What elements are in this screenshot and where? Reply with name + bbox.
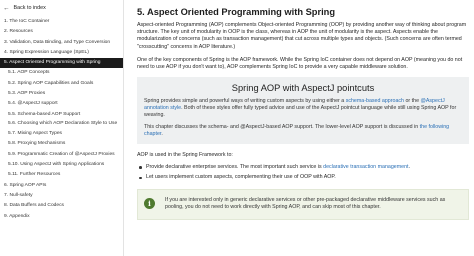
bullet-icon	[139, 166, 142, 169]
tip-note: i If you are interested only in generic …	[137, 188, 469, 221]
main-content: 5. Aspect Oriented Programming with Spri…	[137, 0, 469, 256]
list-item: Provide declarative enterprise services.…	[137, 164, 469, 175]
box-paragraph-2: This chapter discusses the schema- and @…	[144, 123, 450, 137]
list-item: Let users implement custom aspects, comp…	[137, 174, 469, 185]
toc-item[interactable]: 5.11. Further Resources	[0, 170, 123, 180]
toc-item[interactable]: 1. The IoC Container	[0, 17, 123, 27]
toc-item[interactable]: 5.9. Programmatic Creation of @AspectJ P…	[0, 150, 123, 160]
components-paragraph: One of the key components of Spring is t…	[137, 56, 463, 71]
bullet-icon	[139, 176, 142, 180]
sidebar-toc: ← Back to index 1. The IoC Container 2. R…	[0, 0, 124, 256]
aspectj-pointcuts-box: Spring AOP with AspectJ pointcuts Spring…	[137, 76, 469, 145]
toc-list: 1. The IoC Container 2. Resources 3. Valid…	[0, 17, 123, 222]
box-paragraph-1: Spring provides simple and powerful ways…	[144, 97, 457, 119]
toc-item[interactable]: 5.1. AOP Concepts	[0, 68, 123, 78]
toc-item[interactable]: 9. Appendix	[0, 212, 123, 222]
box-title: Spring AOP with AspectJ pointcuts	[231, 82, 375, 93]
toc-item[interactable]: 7. Null-safety	[0, 191, 123, 201]
toc-item[interactable]: 2. Resources	[0, 27, 123, 37]
toc-item[interactable]: 5.6. Choosing which AOP Declaration Styl…	[0, 120, 123, 129]
toc-item[interactable]: 5.5. Schema-based AOP Support	[0, 110, 123, 120]
aop-uses-list: Provide declarative enterprise services.…	[137, 164, 469, 185]
back-label: Back to index	[13, 5, 46, 11]
toc-item[interactable]: 5.4. @AspectJ support	[0, 99, 123, 109]
intro-paragraph: Aspect-oriented Programming (AOP) comple…	[137, 21, 467, 50]
tip-text: If you are interested only in generic de…	[165, 196, 446, 210]
toc-item[interactable]: 5.3. AOP Proxies	[0, 89, 123, 99]
back-to-index-link[interactable]: ← Back to index	[0, 2, 123, 14]
toc-item[interactable]: 5.10. Using AspectJ with Spring Applicat…	[0, 160, 123, 170]
toc-item[interactable]: 4. Spring Expression Language (SpEL)	[0, 48, 123, 58]
toc-item[interactable]: 5.7. Mixing Aspect Types	[0, 129, 123, 139]
toc-item[interactable]: 5.8. Proxying Mechanisms	[0, 139, 123, 149]
toc-item[interactable]: 5.2. Spring AOP Capabilities and Goals	[0, 79, 123, 89]
declarative-transaction-management-link[interactable]: declarative transaction management	[323, 164, 408, 170]
arrow-left-icon: ←	[3, 4, 10, 12]
toc-item[interactable]: 3. Validation, Data Binding, and Type Co…	[0, 38, 123, 48]
info-icon: i	[144, 198, 155, 210]
toc-item[interactable]: 8. Data Buffers and Codecs	[0, 201, 123, 211]
toc-item[interactable]: 6. Spring AOP APIs	[0, 181, 123, 191]
aop-used-paragraph: AOP is used in the Spring Framework to:	[137, 152, 233, 159]
page-title: 5. Aspect Oriented Programming with Spri…	[137, 7, 336, 17]
schema-based-approach-link[interactable]: schema-based approach	[346, 98, 404, 104]
toc-item[interactable]: 5. Aspect Oriented Programming with Spri…	[0, 58, 123, 69]
